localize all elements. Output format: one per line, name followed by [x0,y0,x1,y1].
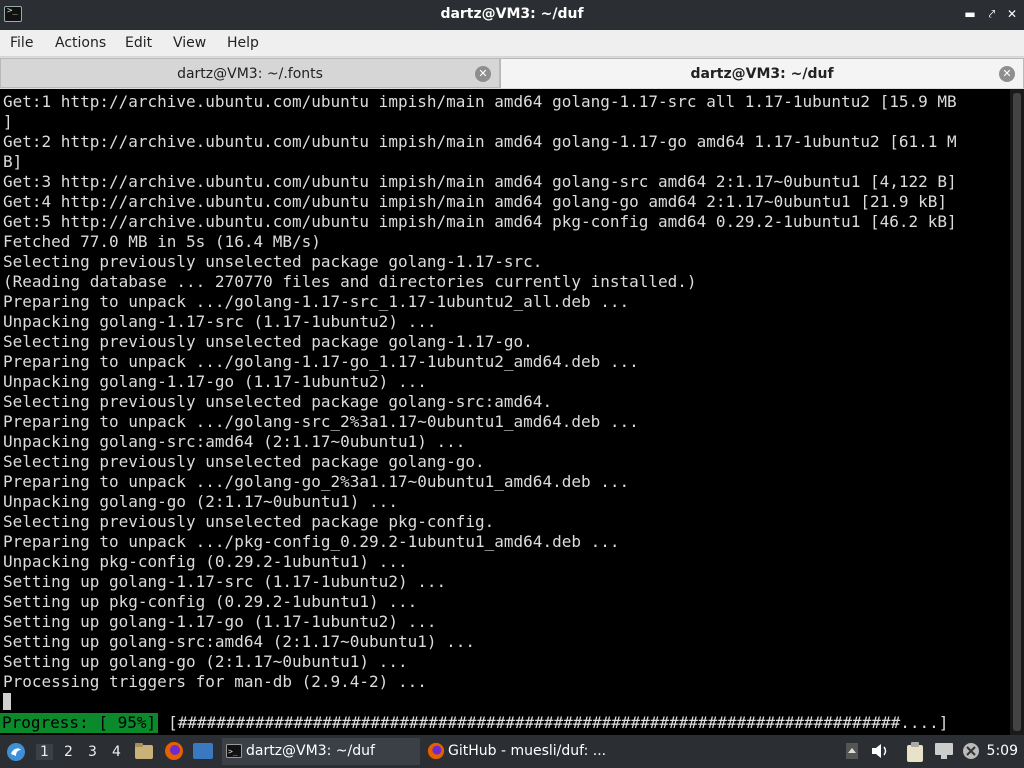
terminal-line: Unpacking golang-1.17-src (1.17-1ubuntu2… [3,312,437,331]
terminal-line: Processing triggers for man-db (2.9.4-2)… [3,672,427,691]
menu-help[interactable]: Help [227,35,259,51]
tab-fonts[interactable]: dartz@VM3: ~/.fonts ✕ [0,58,500,88]
terminal-line: ] [3,112,13,131]
task-label: GitHub - muesli/duf: ... [448,743,607,759]
workspace-4[interactable]: 4 [112,744,121,760]
firefox-launcher-icon[interactable] [164,741,184,761]
terminal-line: Get:1 http://archive.ubuntu.com/ubuntu i… [3,92,957,111]
terminal-line: Setting up golang-go (2:1.17~0ubuntu1) .… [3,652,408,671]
terminal-line: Unpacking golang-go (2:1.17~0ubuntu1) ..… [3,492,398,511]
terminal-line: Unpacking golang-1.17-go (1.17-1ubuntu2)… [3,372,427,391]
terminal-line: (Reading database ... 270770 files and d… [3,272,697,291]
task-label: dartz@VM3: ~/duf [246,743,375,759]
menu-actions[interactable]: Actions [55,35,106,51]
terminal-cursor [3,693,11,710]
taskbar: 1 2 3 4 >_ dartz@VM3: ~/duf GitHub - mue… [0,735,1024,768]
start-menu-icon[interactable] [6,742,26,762]
clipboard-icon[interactable] [906,742,924,762]
terminal-line: Preparing to unpack .../pkg-config_0.29.… [3,532,620,551]
firefox-icon [427,742,445,760]
workspace-1[interactable]: 1 [36,744,53,760]
terminal-line: Preparing to unpack .../golang-1.17-src_… [3,292,630,311]
workspace-3[interactable]: 3 [88,744,97,760]
minimize-icon[interactable]: ▬ [962,6,978,22]
terminal-lines: Get:1 http://archive.ubuntu.com/ubuntu i… [3,92,957,692]
tab-label: dartz@VM3: ~/duf [690,66,834,82]
window-titlebar[interactable]: dartz@VM3: ~/duf ▬ ⤤ ✕ [0,0,1024,30]
terminal-line: Unpacking pkg-config (0.29.2-1ubuntu1) .… [3,552,408,571]
progress-bar: [#######################################… [168,713,949,732]
terminal-line: Get:5 http://archive.ubuntu.com/ubuntu i… [3,212,957,231]
terminal-line: Unpacking golang-src:amd64 (2:1.17~0ubun… [3,432,466,451]
tab-close-icon[interactable]: ✕ [999,66,1015,82]
task-firefox[interactable]: GitHub - muesli/duf: ... [424,738,624,765]
terminal-scrollbar[interactable] [1010,89,1024,735]
svg-text:>_: >_ [228,747,238,756]
terminal-line: Setting up golang-1.17-src (1.17-1ubuntu… [3,572,447,591]
terminal-output[interactable]: Get:1 http://archive.ubuntu.com/ubuntu i… [0,89,1010,735]
power-icon[interactable] [962,742,980,760]
menu-edit[interactable]: Edit [125,35,152,51]
file-manager-icon[interactable] [135,743,153,759]
terminal-line: Preparing to unpack .../golang-src_2%3a1… [3,412,639,431]
terminal-line: Preparing to unpack .../golang-1.17-go_1… [3,352,639,371]
task-terminal[interactable]: >_ dartz@VM3: ~/duf [222,738,420,765]
terminal-line: B] [3,152,23,171]
terminal-line: Get:3 http://archive.ubuntu.com/ubuntu i… [3,172,957,191]
menu-view[interactable]: View [173,35,206,51]
network-icon[interactable] [934,743,954,759]
clock: 5:09 [986,743,1018,759]
terminal-line: Selecting previously unselected package … [3,252,543,271]
maximize-icon[interactable]: ⤤ [984,6,1000,22]
window-title: dartz@VM3: ~/duf [440,6,584,22]
scroll-up-icon[interactable] [846,743,858,759]
terminal-line: Selecting previously unselected package … [3,392,553,411]
terminal-line: Preparing to unpack .../golang-go_2%3a1.… [3,472,630,491]
tab-close-icon[interactable]: ✕ [475,66,491,82]
terminal-icon: >_ [226,744,242,758]
menu-file[interactable]: File [10,35,33,51]
terminal-line: Get:4 http://archive.ubuntu.com/ubuntu i… [3,192,948,211]
progress-label: Progress: [ 95%] [0,713,159,733]
terminal-line: Fetched 77.0 MB in 5s (16.4 MB/s) [3,232,321,251]
tab-duf[interactable]: dartz@VM3: ~/duf ✕ [500,58,1024,88]
progress-row: Progress: [ 95%] [#######################… [0,713,948,733]
workspace-2[interactable]: 2 [64,744,73,760]
terminal-line: Get:2 http://archive.ubuntu.com/ubuntu i… [3,132,957,151]
menu-bar: File Actions Edit View Help [0,30,1024,57]
scrollbar-thumb[interactable] [1013,93,1021,731]
close-icon[interactable]: ✕ [1004,6,1020,22]
terminal-line: Setting up golang-src:amd64 (2:1.17~0ubu… [3,632,476,651]
volume-icon[interactable] [870,742,890,760]
terminal-line: Selecting previously unselected package … [3,512,495,531]
tab-label: dartz@VM3: ~/.fonts [177,66,323,82]
terminal-line: Setting up golang-1.17-go (1.17-1ubuntu2… [3,612,437,631]
terminal-line: Selecting previously unselected package … [3,332,533,351]
show-desktop-icon[interactable] [193,743,213,759]
tab-bar: dartz@VM3: ~/.fonts ✕ dartz@VM3: ~/duf ✕ [0,57,1024,89]
terminal-line: Selecting previously unselected package … [3,452,485,471]
terminal-line: Setting up pkg-config (0.29.2-1ubuntu1) … [3,592,418,611]
